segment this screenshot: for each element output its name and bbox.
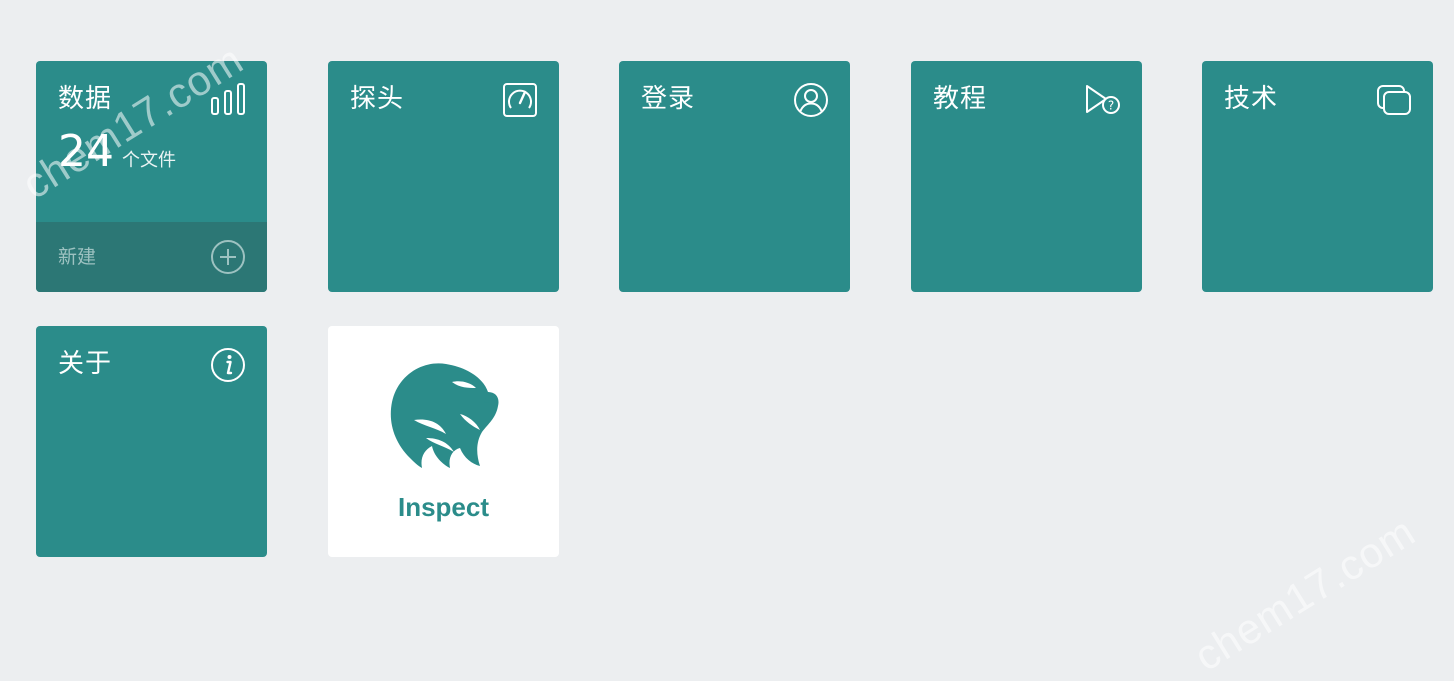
gauge-icon: [503, 83, 537, 117]
about-tile[interactable]: 关于: [36, 326, 267, 557]
file-count: 24 个文件: [58, 127, 176, 177]
user-circle-icon: [794, 83, 828, 117]
file-count-number: 24: [58, 126, 114, 177]
login-tile-title: 登录: [641, 84, 696, 114]
stacked-windows-icon: [1377, 85, 1411, 115]
tutorial-tile[interactable]: 教程 ?: [911, 61, 1142, 292]
probe-tile-title: 探头: [350, 84, 405, 114]
svg-text:?: ?: [1108, 99, 1114, 113]
bar-chart-icon: [211, 83, 245, 115]
flag-question-icon: ?: [1086, 85, 1120, 114]
file-count-unit: 个文件: [122, 150, 176, 171]
new-file-button[interactable]: 新建: [36, 222, 267, 292]
watermark: chem17.com: [1186, 507, 1424, 680]
new-file-label: 新建: [58, 246, 97, 268]
tech-tile[interactable]: 技术: [1202, 61, 1433, 292]
probe-tile[interactable]: 探头: [328, 61, 559, 292]
about-tile-title: 关于: [58, 349, 113, 379]
plus-circle-icon: [211, 240, 245, 274]
tech-tile-title: 技术: [1224, 84, 1279, 114]
tutorial-tile-title: 教程: [933, 84, 988, 114]
info-icon: [211, 348, 245, 382]
data-tile-title: 数据: [58, 84, 113, 114]
inspect-label: Inspect: [397, 492, 490, 522]
eagle-logo: [390, 363, 499, 468]
inspect-app-tile[interactable]: Inspect: [328, 326, 559, 557]
login-tile[interactable]: 登录: [619, 61, 850, 292]
data-tile[interactable]: 数据 24 个文件 新建: [36, 61, 267, 292]
